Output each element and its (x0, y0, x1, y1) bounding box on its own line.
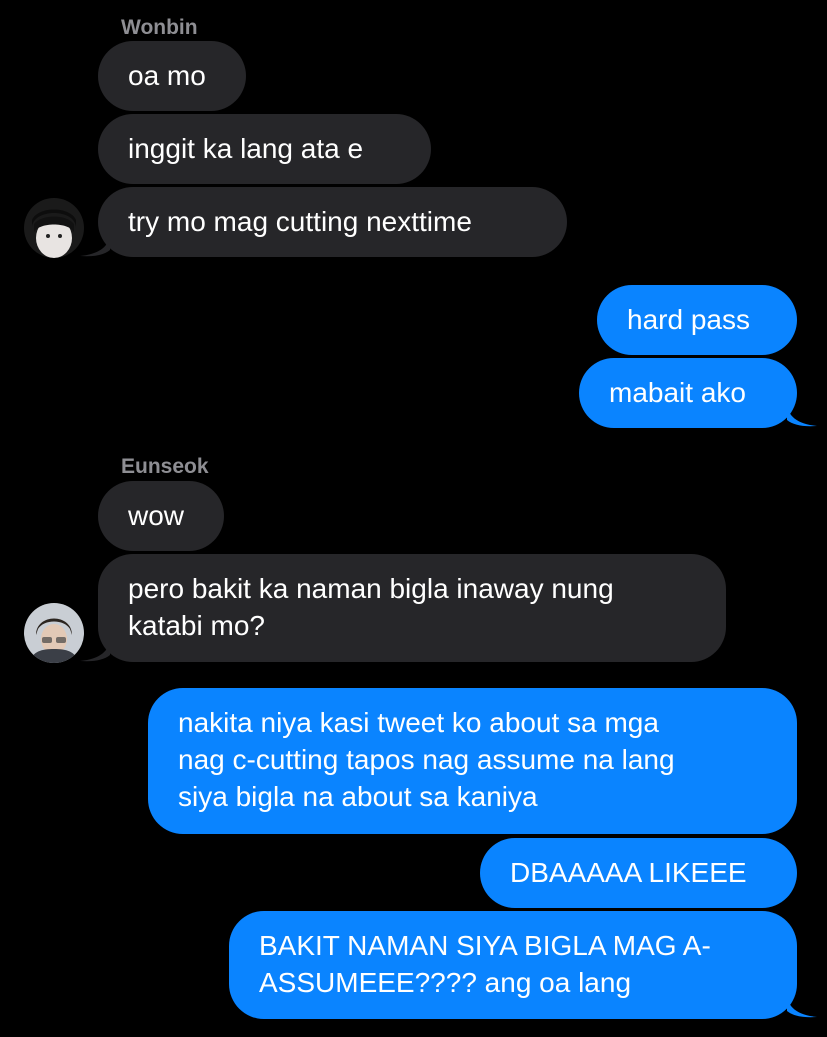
message-bubble-incoming[interactable]: oa mo (98, 41, 246, 111)
message-bubble-incoming[interactable]: inggit ka lang ata e (98, 114, 431, 184)
message-bubble-incoming[interactable]: pero bakit ka naman bigla inaway nung ka… (98, 554, 726, 662)
bubble-tail (80, 637, 110, 662)
avatar[interactable] (24, 603, 84, 663)
message-bubble-outgoing[interactable]: nakita niya kasi tweet ko about sa mga n… (148, 688, 797, 834)
bubble-tail (787, 993, 817, 1018)
message-bubble-incoming[interactable]: try mo mag cutting nexttime (98, 187, 567, 257)
message-bubble-outgoing[interactable]: DBAAAAA LIKEEE (480, 838, 797, 908)
bubble-tail (80, 232, 110, 257)
sender-name: Wonbin (121, 16, 198, 39)
sender-name: Eunseok (121, 455, 209, 478)
message-bubble-outgoing[interactable]: hard pass (597, 285, 797, 355)
message-bubble-outgoing[interactable]: BAKIT NAMAN SIYA BIGLA MAG A- ASSUMEEE??… (229, 911, 797, 1019)
bubble-tail (787, 402, 817, 427)
message-bubble-incoming[interactable]: wow (98, 481, 224, 551)
avatar[interactable] (24, 198, 84, 258)
message-bubble-outgoing[interactable]: mabait ako (579, 358, 797, 428)
